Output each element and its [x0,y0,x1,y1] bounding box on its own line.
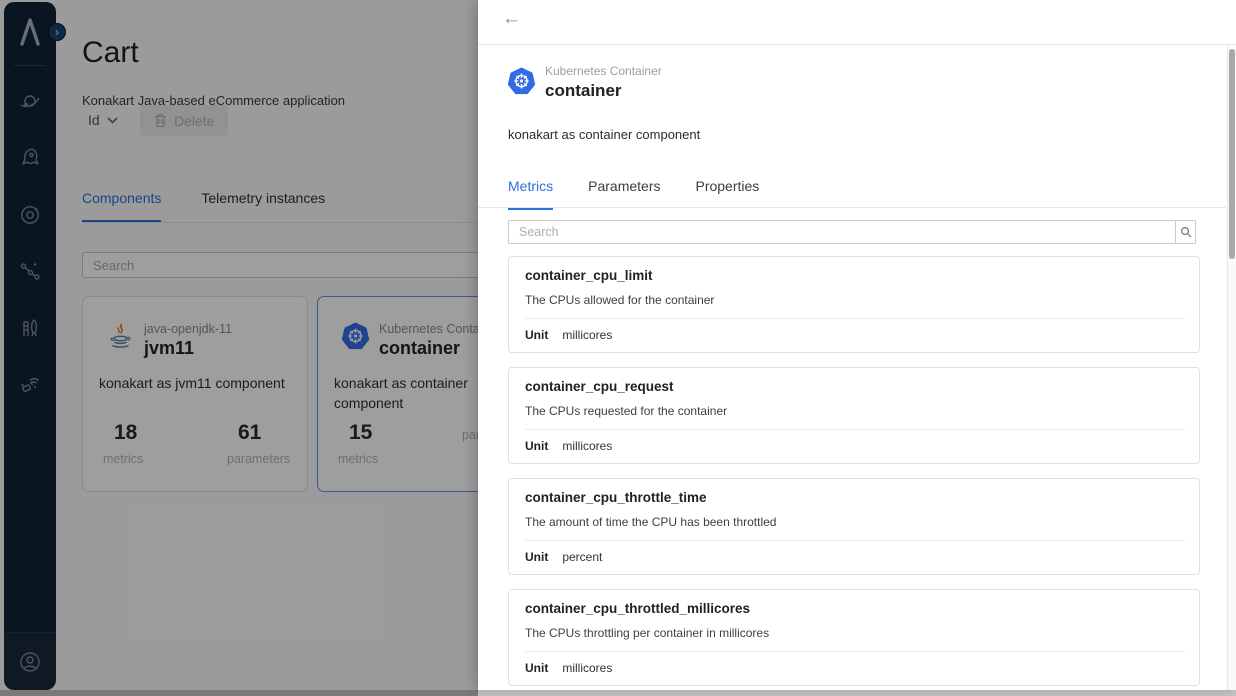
metric-name: container_cpu_throttled_millicores [525,601,750,616]
metric-divider [525,540,1185,541]
modal-backdrop[interactable] [0,0,478,696]
metric-description: The amount of time the CPU has been thro… [525,515,776,529]
metric-description: The CPUs allowed for the container [525,293,714,307]
component-detail-drawer: ← Kubernetes Container container konakar… [478,0,1236,690]
drawer-component-type: Kubernetes Container [545,64,662,78]
metric-card[interactable]: container_cpu_limit The CPUs allowed for… [508,256,1200,353]
metric-name: container_cpu_throttle_time [525,490,707,505]
metric-unit-value: millicores [562,328,612,342]
tab-metrics[interactable]: Metrics [508,178,553,210]
metric-divider [525,429,1185,430]
drawer-component-description: konakart as container component [508,127,700,142]
metric-name: container_cpu_request [525,379,674,394]
metrics-search [508,220,1196,244]
metric-unit-row: Unitmillicores [525,328,612,342]
metric-unit-value: millicores [562,661,612,675]
back-icon[interactable]: ← [502,8,521,30]
metric-unit-value: millicores [562,439,612,453]
metric-name: container_cpu_limit [525,268,653,283]
metric-card[interactable]: container_cpu_request The CPUs requested… [508,367,1200,464]
metric-card[interactable]: container_cpu_throttled_millicores The C… [508,589,1200,686]
metric-unit-value: percent [562,550,602,564]
tab-properties[interactable]: Properties [695,178,759,210]
metric-description: The CPUs throttling per container in mil… [525,626,769,640]
metric-divider [525,318,1185,319]
metric-divider [525,651,1185,652]
drawer-component-name: container [545,81,622,101]
kubernetes-icon [506,66,537,97]
drawer-tabs: Metrics Parameters Properties [508,178,759,210]
metric-unit-row: Unitmillicores [525,661,612,675]
search-icon[interactable] [1175,221,1195,243]
drawer-topbar: ← [478,0,1236,45]
app-window: › Cart Konakart Java-based eCommerce app… [0,0,1236,696]
metric-unit-row: Unitmillicores [525,439,612,453]
metric-unit-row: Unitpercent [525,550,602,564]
metrics-search-input[interactable] [509,221,1175,243]
drawer-tabs-divider [478,207,1226,208]
metric-description: The CPUs requested for the container [525,404,727,418]
tab-parameters[interactable]: Parameters [588,178,660,210]
drawer-scrollbar[interactable] [1227,46,1236,690]
metric-card[interactable]: container_cpu_throttle_time The amount o… [508,478,1200,575]
scrollbar-thumb[interactable] [1229,49,1235,259]
